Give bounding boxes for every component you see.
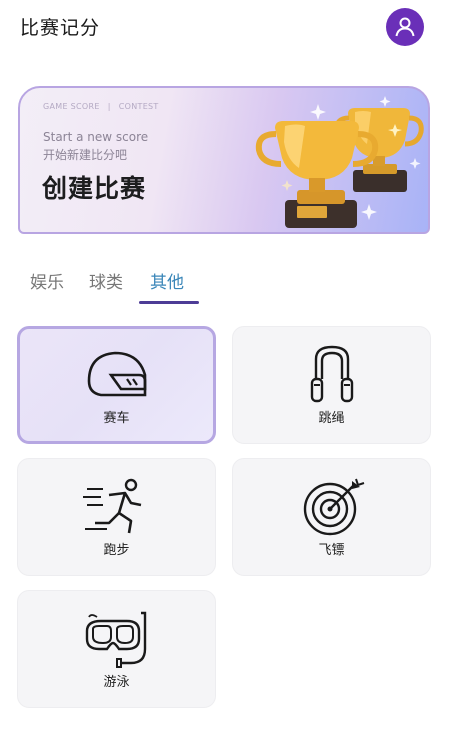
sport-card-jump-rope[interactable]: 跳绳 xyxy=(232,326,431,444)
banner-subtitle-en: Start a new score xyxy=(43,130,149,144)
dart-target-icon xyxy=(303,478,364,536)
banner-eyebrow: GAME SCORE | CONTEST xyxy=(43,102,159,111)
banner-eyebrow-left: GAME SCORE xyxy=(43,102,100,111)
banner-eyebrow-right: CONTEST xyxy=(118,102,159,111)
sport-label: 跳绳 xyxy=(318,411,345,426)
tab-other[interactable]: 其他 xyxy=(150,268,184,293)
sport-card-darts[interactable]: 飞镖 xyxy=(232,458,431,576)
sport-label: 跑步 xyxy=(103,543,130,558)
jump-rope-icon xyxy=(310,345,353,403)
swim-goggles-icon xyxy=(85,611,146,668)
sport-label: 飞镖 xyxy=(318,543,345,558)
banner-headline: 创建比赛 xyxy=(42,174,147,203)
sport-card-racing[interactable]: 赛车 xyxy=(17,326,216,444)
tab-ball-games[interactable]: 球类 xyxy=(89,268,123,293)
user-icon xyxy=(395,17,415,37)
avatar[interactable] xyxy=(386,8,424,46)
runner-icon xyxy=(82,478,141,534)
sport-card-swimming[interactable]: 游泳 xyxy=(17,590,216,708)
tab-entertainment[interactable]: 娱乐 xyxy=(30,268,64,293)
racing-helmet-icon xyxy=(87,351,146,397)
header: 比赛记分 xyxy=(0,0,449,56)
sport-label: 游泳 xyxy=(103,675,130,690)
category-tabs: 娱乐 球类 其他 xyxy=(0,262,449,306)
active-tab-indicator xyxy=(139,301,199,304)
page-title: 比赛记分 xyxy=(20,17,101,39)
sport-card-running[interactable]: 跑步 xyxy=(17,458,216,576)
trophies-illustration xyxy=(255,96,424,228)
sport-label: 赛车 xyxy=(103,411,130,426)
create-match-banner[interactable]: GAME SCORE | CONTEST Start a new score 开始新… xyxy=(18,86,430,234)
banner-subtitle-cn: 开始新建比分吧 xyxy=(43,148,128,162)
banner-eyebrow-separator: | xyxy=(107,102,111,111)
